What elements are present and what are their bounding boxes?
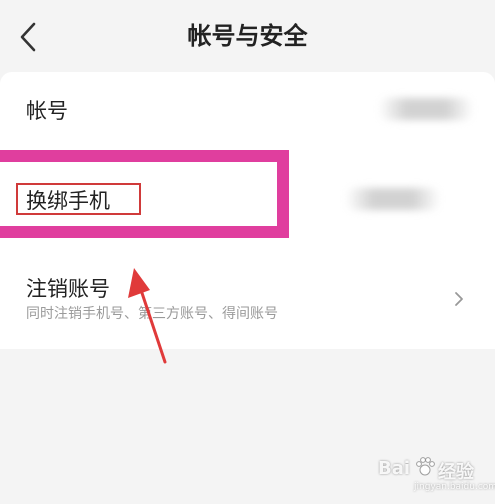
watermark: Bai 经验 jingyan.baidu.com	[378, 452, 495, 500]
watermark-brand: Bai	[378, 458, 411, 479]
label-highlight-box	[16, 183, 141, 215]
header-bar: 帐号与安全	[0, 0, 495, 72]
page-title: 帐号与安全	[187, 22, 308, 50]
watermark-product: 经验	[438, 462, 474, 483]
cancel-account-subtitle: 同时注销手机号、第三方账号、得间账号	[26, 306, 278, 322]
watermark-url: jingyan.baidu.com	[414, 482, 495, 492]
phone-value-blurred	[345, 188, 441, 210]
account-label: 帐号	[26, 99, 68, 123]
account-value-blurred	[378, 98, 474, 120]
chevron-right-icon[interactable]	[452, 289, 466, 309]
cancel-account-label: 注销账号	[26, 277, 110, 301]
paw-icon	[416, 457, 435, 476]
